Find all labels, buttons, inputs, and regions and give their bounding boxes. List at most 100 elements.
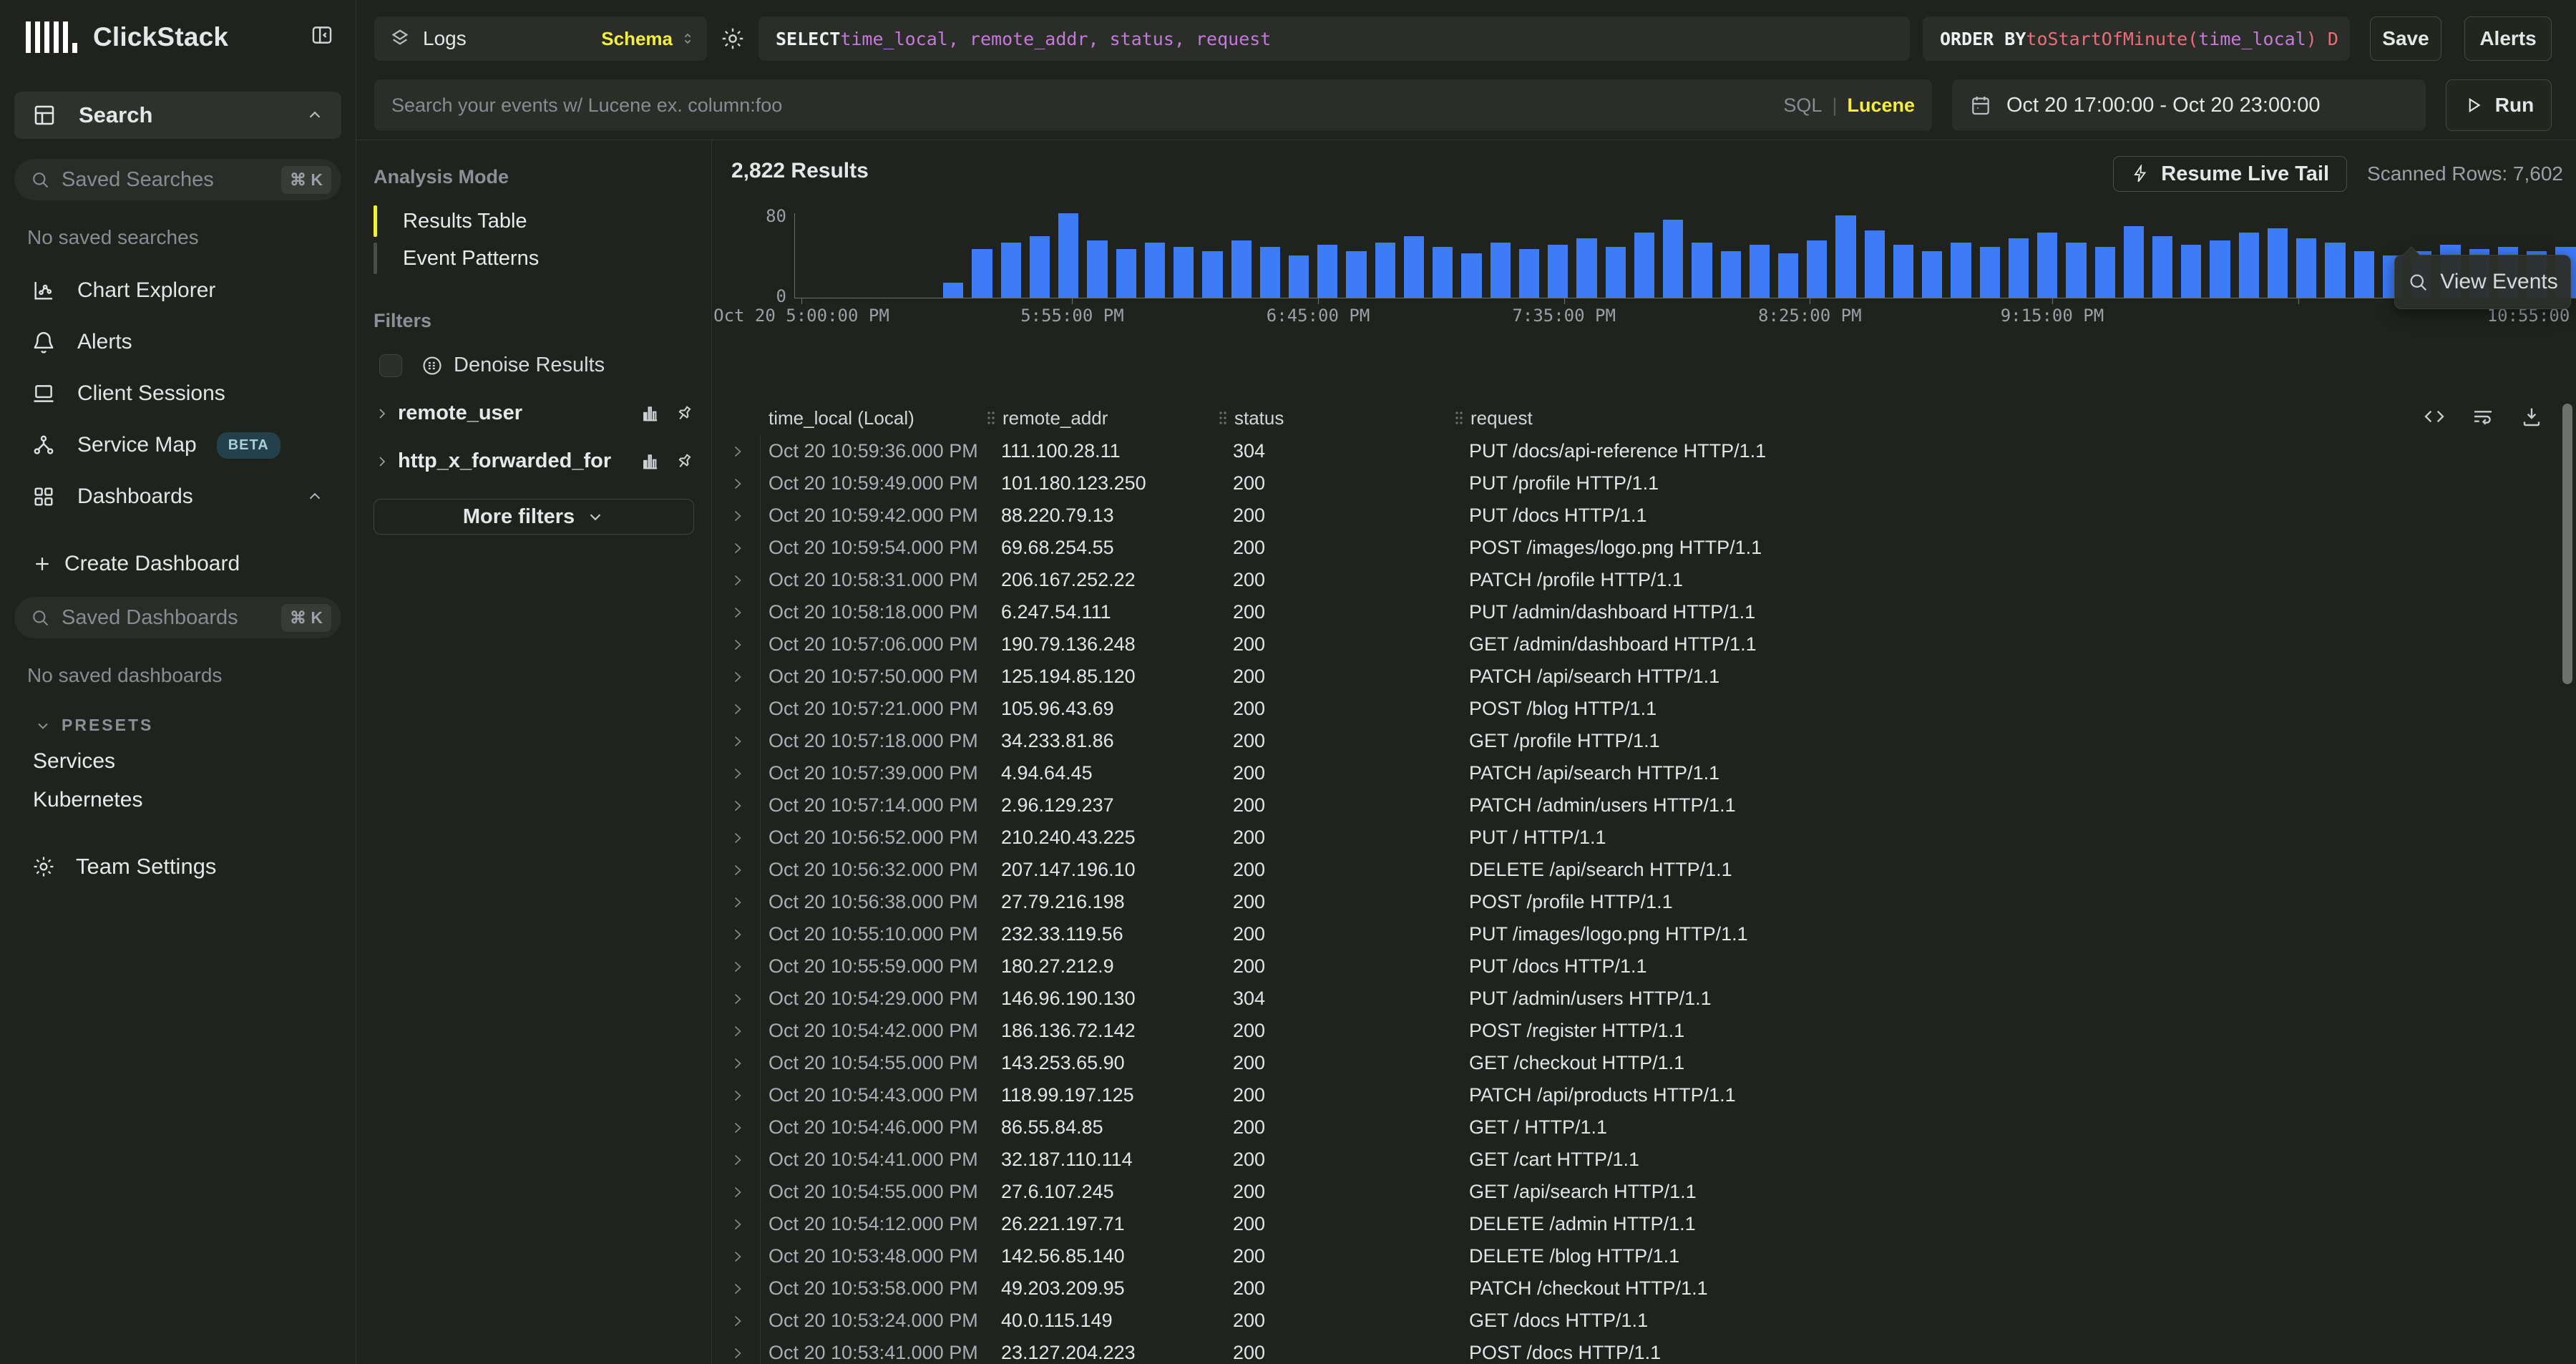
- table-row[interactable]: Oct 20 10:59:42.000 PM88.220.79.13200PUT…: [712, 500, 2576, 532]
- filter-group-remote_user[interactable]: remote_user: [374, 401, 694, 425]
- column-header-remote_addr[interactable]: remote_addr: [985, 407, 1217, 429]
- row-expand-chevron-icon[interactable]: [728, 725, 761, 757]
- table-row[interactable]: Oct 20 10:53:41.000 PM23.127.204.223200P…: [712, 1337, 2576, 1364]
- histogram-bar[interactable]: [1807, 240, 1827, 298]
- table-row[interactable]: Oct 20 10:54:46.000 PM86.55.84.85200GET …: [712, 1111, 2576, 1144]
- table-row[interactable]: Oct 20 10:58:18.000 PM6.247.54.111200PUT…: [712, 596, 2576, 628]
- sidebar-item-search[interactable]: Search: [14, 92, 341, 139]
- histogram-bar[interactable]: [1174, 247, 1194, 298]
- sql-toggle[interactable]: SQL: [1783, 94, 1822, 117]
- analysis-mode-event-patterns[interactable]: Event Patterns: [374, 241, 694, 276]
- column-header-status[interactable]: status: [1217, 407, 1453, 429]
- table-row[interactable]: Oct 20 10:53:58.000 PM49.203.209.95200PA…: [712, 1272, 2576, 1305]
- preset-services[interactable]: Services: [14, 742, 341, 781]
- histogram-bar[interactable]: [1087, 240, 1107, 298]
- events-histogram[interactable]: 80 0: [794, 213, 2576, 298]
- row-expand-chevron-icon[interactable]: [728, 1176, 761, 1208]
- table-row[interactable]: Oct 20 10:54:12.000 PM26.221.197.71200DE…: [712, 1208, 2576, 1240]
- histogram-bar[interactable]: [2066, 243, 2086, 298]
- table-scrollbar-thumb[interactable]: [2562, 404, 2572, 684]
- drag-handle-icon[interactable]: [1217, 410, 1229, 426]
- histogram-bar[interactable]: [1548, 245, 1568, 298]
- row-expand-chevron-icon[interactable]: [728, 1208, 761, 1240]
- row-expand-chevron-icon[interactable]: [728, 950, 761, 983]
- mini-bar-chart-icon[interactable]: [641, 452, 661, 472]
- histogram-bar[interactable]: [2152, 236, 2172, 298]
- histogram-bar[interactable]: [1116, 249, 1136, 298]
- filter-group-http_x_forwarded_for[interactable]: http_x_forwarded_for: [374, 449, 694, 473]
- table-row[interactable]: Oct 20 10:53:24.000 PM40.0.115.149200GET…: [712, 1305, 2576, 1337]
- histogram-bar[interactable]: [2239, 233, 2259, 298]
- table-row[interactable]: Oct 20 10:59:49.000 PM101.180.123.250200…: [712, 467, 2576, 500]
- table-row[interactable]: Oct 20 10:54:55.000 PM27.6.107.245200GET…: [712, 1176, 2576, 1208]
- source-select[interactable]: Logs Schema: [374, 16, 707, 61]
- download-icon[interactable]: [2520, 405, 2543, 428]
- histogram-bar[interactable]: [1750, 245, 1770, 298]
- code-view-icon[interactable]: [2423, 405, 2446, 428]
- wrap-lines-icon[interactable]: [2472, 405, 2494, 428]
- row-expand-chevron-icon[interactable]: [728, 854, 761, 886]
- row-expand-chevron-icon[interactable]: [728, 532, 761, 564]
- row-expand-chevron-icon[interactable]: [728, 886, 761, 918]
- histogram-bar[interactable]: [1519, 249, 1539, 298]
- event-search-input[interactable]: Search your events w/ Lucene ex. column:…: [374, 79, 1932, 131]
- table-row[interactable]: Oct 20 10:56:38.000 PM27.79.216.198200PO…: [712, 886, 2576, 918]
- lucene-toggle[interactable]: Lucene: [1847, 94, 1915, 117]
- histogram-bar[interactable]: [1980, 247, 2000, 298]
- preset-kubernetes[interactable]: Kubernetes: [14, 781, 341, 819]
- column-header-request[interactable]: request: [1453, 407, 2576, 429]
- table-row[interactable]: Oct 20 10:56:52.000 PM210.240.43.225200P…: [712, 822, 2576, 854]
- row-expand-chevron-icon[interactable]: [728, 1305, 761, 1337]
- row-expand-chevron-icon[interactable]: [728, 596, 761, 628]
- histogram-bar[interactable]: [1606, 247, 1626, 298]
- table-row[interactable]: Oct 20 10:53:48.000 PM142.56.85.140200DE…: [712, 1240, 2576, 1272]
- table-row[interactable]: Oct 20 10:55:59.000 PM180.27.212.9200PUT…: [712, 950, 2576, 983]
- table-row[interactable]: Oct 20 10:57:39.000 PM4.94.64.45200PATCH…: [712, 757, 2576, 789]
- table-row[interactable]: Oct 20 10:57:14.000 PM2.96.129.237200PAT…: [712, 789, 2576, 822]
- pin-icon[interactable]: [674, 404, 694, 424]
- row-expand-chevron-icon[interactable]: [728, 1337, 761, 1364]
- histogram-bar[interactable]: [1001, 243, 1021, 298]
- presets-toggle[interactable]: PRESETS: [14, 716, 341, 735]
- table-row[interactable]: Oct 20 10:54:42.000 PM186.136.72.142200P…: [712, 1015, 2576, 1047]
- histogram-bar[interactable]: [972, 249, 992, 298]
- row-expand-chevron-icon[interactable]: [728, 918, 761, 950]
- table-row[interactable]: Oct 20 10:58:31.000 PM206.167.252.22200P…: [712, 564, 2576, 596]
- sidebar-item-team-settings[interactable]: Team Settings: [14, 854, 341, 880]
- histogram-bar[interactable]: [2354, 251, 2374, 298]
- saved-searches-input[interactable]: Saved Searches ⌘ K: [14, 159, 341, 200]
- table-row[interactable]: Oct 20 10:55:10.000 PM232.33.119.56200PU…: [712, 918, 2576, 950]
- histogram-bar[interactable]: [1058, 213, 1078, 298]
- histogram-bar[interactable]: [1404, 236, 1424, 298]
- row-expand-chevron-icon[interactable]: [728, 983, 761, 1015]
- table-row[interactable]: Oct 20 10:57:50.000 PM125.194.85.120200P…: [712, 661, 2576, 693]
- histogram-bar[interactable]: [2095, 247, 2115, 298]
- table-row[interactable]: Oct 20 10:57:21.000 PM105.96.43.69200POS…: [712, 693, 2576, 725]
- row-expand-chevron-icon[interactable]: [728, 1079, 761, 1111]
- drag-handle-icon[interactable]: [1453, 410, 1465, 426]
- sidebar-item-service-map[interactable]: Service MapBETA: [14, 419, 341, 471]
- orderby-clause-input[interactable]: ORDER BY toStartOfMinute(time_local) D: [1923, 16, 2350, 61]
- row-expand-chevron-icon[interactable]: [728, 1111, 761, 1144]
- histogram-bar[interactable]: [2037, 233, 2057, 298]
- histogram-bar[interactable]: [1951, 243, 1971, 298]
- sidebar-item-alerts[interactable]: Alerts: [14, 316, 341, 368]
- row-expand-chevron-icon[interactable]: [728, 628, 761, 661]
- create-dashboard-button[interactable]: Create Dashboard: [14, 550, 341, 578]
- row-expand-chevron-icon[interactable]: [728, 822, 761, 854]
- row-expand-chevron-icon[interactable]: [728, 757, 761, 789]
- mini-bar-chart-icon[interactable]: [641, 404, 661, 424]
- alerts-button[interactable]: Alerts: [2464, 16, 2552, 61]
- saved-dashboards-input[interactable]: Saved Dashboards ⌘ K: [14, 597, 341, 638]
- histogram-bar[interactable]: [2210, 240, 2230, 298]
- save-button[interactable]: Save: [2370, 16, 2441, 61]
- row-expand-chevron-icon[interactable]: [728, 661, 761, 693]
- histogram-bar[interactable]: [1202, 251, 1222, 298]
- row-expand-chevron-icon[interactable]: [728, 500, 761, 532]
- row-expand-chevron-icon[interactable]: [728, 693, 761, 725]
- row-expand-chevron-icon[interactable]: [728, 1240, 761, 1272]
- histogram-bar[interactable]: [2181, 245, 2201, 298]
- table-row[interactable]: Oct 20 10:57:18.000 PM34.233.81.86200GET…: [712, 725, 2576, 757]
- denoise-results-toggle[interactable]: Denoise Results: [374, 354, 694, 377]
- histogram-bar[interactable]: [1778, 253, 1798, 298]
